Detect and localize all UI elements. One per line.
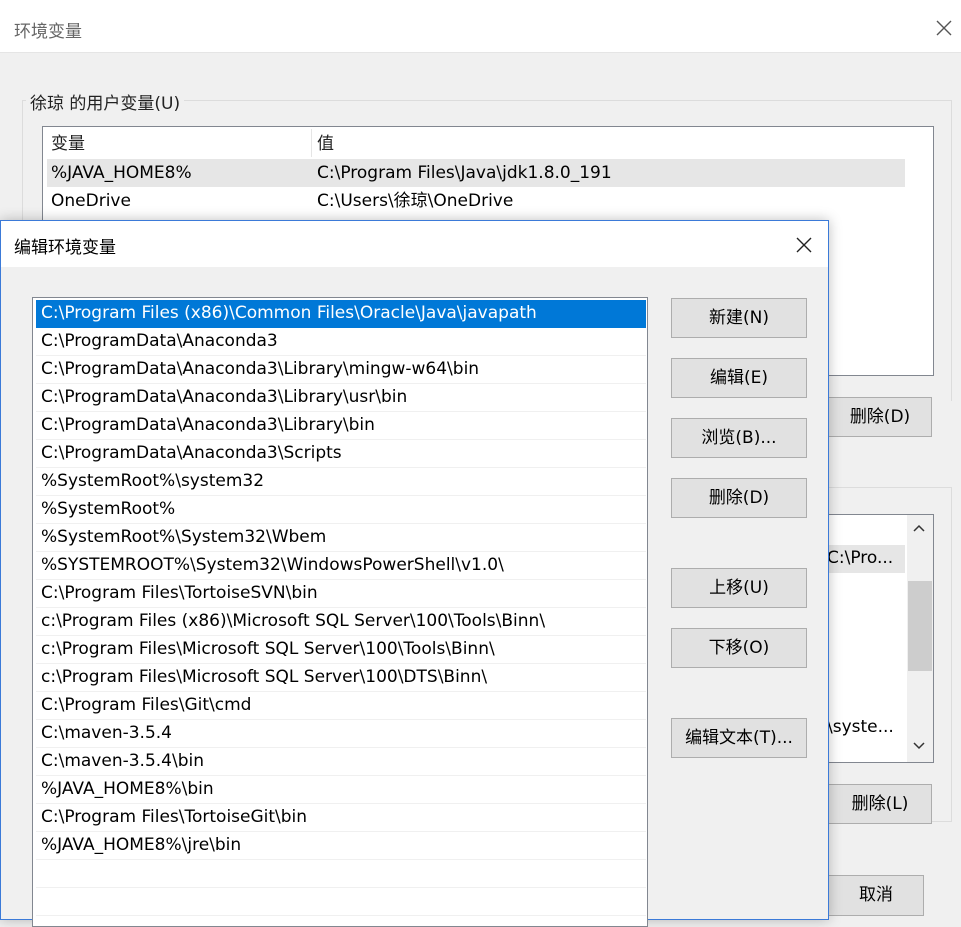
list-item[interactable]: c:\Program Files\Microsoft SQL Server\10… [36, 636, 646, 664]
dialog-title: 编辑环境变量 [14, 238, 116, 258]
list-item[interactable]: %SystemRoot% [36, 496, 646, 524]
variable-value: C:\Users\徐琼\OneDrive [317, 191, 514, 211]
cancel-button[interactable]: 取消 [828, 875, 924, 916]
list-item[interactable]: %JAVA_HOME8%\bin [36, 776, 646, 804]
list-item[interactable]: C:\ProgramData\Anaconda3\Library\bin [36, 412, 646, 440]
list-item[interactable]: C:\Program Files\TortoiseGit\bin [36, 804, 646, 832]
edit-environment-variable-dialog: 编辑环境变量 C:\Program Files (x86)\Common Fil… [0, 220, 829, 927]
list-item[interactable]: %SYSTEMROOT%\System32\WindowsPowerShell\… [36, 552, 646, 580]
list-item[interactable]: C:\maven-3.5.4 [36, 720, 646, 748]
user-variables-label: 徐琼 的用户变量(U) [26, 89, 185, 114]
delete-user-variable-button[interactable]: 删除(D) [828, 397, 932, 437]
browse-button[interactable]: 浏览(B)... [671, 418, 807, 458]
list-item-empty[interactable] [36, 860, 646, 888]
list-item[interactable]: %JAVA_HOME8%\jre\bin [36, 832, 646, 860]
list-item[interactable]: c:\Program Files\Microsoft SQL Server\10… [36, 664, 646, 692]
edit-text-button[interactable]: 编辑文本(T)... [671, 718, 807, 758]
new-button[interactable]: 新建(N) [671, 298, 807, 338]
list-item[interactable]: C:\ProgramData\Anaconda3\Scripts [36, 440, 646, 468]
list-item[interactable]: C:\Program Files\TortoiseSVN\bin [36, 580, 646, 608]
column-divider [311, 129, 312, 157]
table-row[interactable]: OneDrive C:\Users\徐琼\OneDrive [47, 187, 905, 215]
variable-name: %JAVA_HOME8% [51, 163, 192, 183]
list-item[interactable]: %SystemRoot%\system32 [36, 468, 646, 496]
dialog-titlebar: 编辑环境变量 [1, 221, 828, 267]
path-list[interactable]: C:\Program Files (x86)\Common Files\Orac… [32, 297, 648, 927]
variable-value: C:\Pro... [827, 548, 894, 568]
variable-name: OneDrive [51, 191, 131, 211]
list-item[interactable]: C:\ProgramData\Anaconda3\Library\mingw-w… [36, 356, 646, 384]
move-down-button[interactable]: 下移(O) [671, 628, 807, 668]
move-up-button[interactable]: 上移(U) [671, 568, 807, 608]
chevron-up-icon[interactable] [911, 521, 927, 537]
delete-button[interactable]: 删除(D) [671, 478, 807, 518]
variable-value: C:\Program Files\Java\jdk1.8.0_191 [317, 163, 612, 183]
column-header-value[interactable]: 值 [317, 131, 334, 157]
variable-value: \syste... [827, 717, 894, 737]
close-icon[interactable] [794, 235, 814, 255]
chevron-down-icon[interactable] [911, 737, 927, 753]
list-item[interactable]: C:\ProgramData\Anaconda3\Library\usr\bin [36, 384, 646, 412]
window-titlebar: 环境变量 [0, 0, 961, 53]
list-item[interactable]: C:\ProgramData\Anaconda3 [36, 328, 646, 356]
delete-system-variable-button[interactable]: 删除(L) [828, 784, 932, 824]
list-item[interactable]: C:\Program Files (x86)\Common Files\Orac… [36, 300, 646, 328]
close-icon[interactable] [934, 18, 954, 38]
table-row[interactable]: %JAVA_HOME8% C:\Program Files\Java\jdk1.… [47, 159, 905, 187]
scrollbar-thumb[interactable] [908, 581, 932, 671]
list-item-empty[interactable] [36, 888, 646, 916]
window-title: 环境变量 [14, 22, 82, 42]
list-item[interactable]: C:\maven-3.5.4\bin [36, 748, 646, 776]
list-item[interactable]: %SystemRoot%\System32\Wbem [36, 524, 646, 552]
column-header-variable[interactable]: 变量 [51, 131, 85, 157]
edit-button[interactable]: 编辑(E) [671, 358, 807, 398]
list-item[interactable]: c:\Program Files (x86)\Microsoft SQL Ser… [36, 608, 646, 636]
list-item[interactable]: C:\Program Files\Git\cmd [36, 692, 646, 720]
